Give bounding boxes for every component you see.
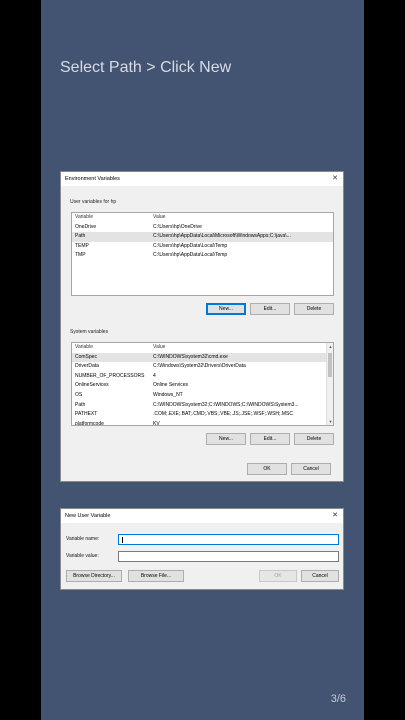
variable-value: C:\Windows\System32\Drivers\DriverData	[153, 363, 246, 370]
variable-value-input[interactable]	[118, 551, 339, 562]
user-variables-label: User variables for hp	[70, 199, 117, 205]
system-new-button[interactable]: New...	[206, 433, 246, 445]
user-new-button[interactable]: New...	[206, 303, 246, 315]
text-caret	[122, 537, 123, 543]
browse-directory-button[interactable]: Browse Directory...	[66, 570, 122, 582]
system-variables-list[interactable]: Variable Value ComSpec C:\WINDOWS\system…	[71, 342, 334, 426]
variable-value: .COM;.EXE;.BAT;.CMD;.VBS;.VBE;.JS;.JSE;.…	[153, 411, 293, 418]
scrollbar-thumb[interactable]	[328, 353, 332, 377]
system-variables-label: System variables	[70, 329, 109, 335]
variable-name: OS	[75, 391, 83, 398]
variable-name-input[interactable]	[118, 534, 339, 545]
list-item[interactable]: OnlineServices Online Services	[72, 381, 333, 391]
slide-counter: 3/6	[330, 693, 346, 705]
user-delete-button[interactable]: Delete	[294, 303, 334, 315]
column-header-value[interactable]: Value	[153, 343, 165, 353]
variable-name: DriverData	[75, 363, 99, 370]
variable-name: Path	[75, 233, 86, 240]
dialog-titlebar: New User Variable ✕	[61, 509, 343, 523]
ok-button[interactable]: OK	[259, 570, 297, 582]
variable-name-label: Variable name:	[66, 536, 100, 542]
list-item[interactable]: TEMP C:\Users\hp\AppData\Local\Temp	[72, 242, 333, 252]
list-item-selected[interactable]: Path C:\Users\hp\AppData\Local\Microsoft…	[72, 232, 333, 242]
dialog-title: Environment Variables	[65, 176, 120, 182]
variable-name: TMP	[75, 252, 86, 259]
variable-name: ComSpec	[75, 353, 97, 360]
scroll-down-icon[interactable]: ▼	[327, 419, 333, 424]
list-item[interactable]: TMP C:\Users\hp\AppData\Local\Temp	[72, 251, 333, 261]
variable-value: C:\Users\hp\AppData\Local\Microsoft\Wind…	[153, 233, 291, 240]
browse-file-button[interactable]: Browse File...	[128, 570, 184, 582]
variable-value: C:\WINDOWS\system32\cmd.exe	[153, 353, 228, 360]
new-user-variable-dialog: New User Variable ✕ Variable name: Varia…	[60, 508, 344, 590]
close-icon[interactable]: ✕	[332, 172, 338, 186]
user-variables-list[interactable]: Variable Value OneDrive C:\Users\hp\OneD…	[71, 212, 334, 296]
environment-variables-dialog: Environment Variables ✕ User variables f…	[60, 171, 344, 482]
cancel-button[interactable]: Cancel	[301, 570, 339, 582]
variable-name: Path	[75, 401, 86, 408]
list-header: Variable Value	[72, 343, 333, 353]
vertical-scrollbar[interactable]: ▲ ▼	[326, 343, 333, 425]
column-header-variable[interactable]: Variable	[75, 213, 93, 223]
list-item[interactable]: platformcode KV	[72, 420, 333, 426]
dialog-titlebar: Environment Variables ✕	[61, 172, 343, 186]
list-item[interactable]: PATHEXT .COM;.EXE;.BAT;.CMD;.VBS;.VBE;.J…	[72, 410, 333, 420]
variable-value: C:\Users\hp\AppData\Local\Temp	[153, 252, 228, 259]
variable-name: PATHEXT	[75, 411, 98, 418]
column-header-variable[interactable]: Variable	[75, 343, 93, 353]
list-item[interactable]: NUMBER_OF_PROCESSORS 4	[72, 372, 333, 382]
variable-name: TEMP	[75, 242, 89, 249]
variable-name: NUMBER_OF_PROCESSORS	[75, 372, 145, 379]
variable-value: Online Services	[153, 382, 189, 389]
variable-value: Windows_NT	[153, 391, 183, 398]
variable-value-label: Variable value:	[66, 553, 99, 559]
dialog-title: New User Variable	[65, 513, 111, 519]
variable-name: platformcode	[75, 420, 104, 426]
system-edit-button[interactable]: Edit...	[250, 433, 290, 445]
system-delete-button[interactable]: Delete	[294, 433, 334, 445]
list-header: Variable Value	[72, 213, 333, 223]
list-item[interactable]: Path C:\WINDOWS\system32;C:\WINDOWS;C:\W…	[72, 401, 333, 411]
variable-value: C:\Users\hp\AppData\Local\Temp	[153, 242, 228, 249]
variable-name: OnlineServices	[75, 382, 109, 389]
ok-button[interactable]: OK	[247, 463, 287, 475]
list-item[interactable]: OneDrive C:\Users\hp\OneDrive	[72, 223, 333, 233]
variable-name: OneDrive	[75, 223, 97, 230]
scroll-up-icon[interactable]: ▲	[327, 344, 333, 349]
column-header-value[interactable]: Value	[153, 213, 165, 223]
list-item[interactable]: DriverData C:\Windows\System32\Drivers\D…	[72, 362, 333, 372]
list-item[interactable]: OS Windows_NT	[72, 391, 333, 401]
slide-title: Select Path > Click New	[60, 59, 232, 76]
list-item[interactable]: ComSpec C:\WINDOWS\system32\cmd.exe	[72, 352, 333, 363]
variable-value: 4	[153, 372, 156, 379]
variable-value: C:\Users\hp\OneDrive	[153, 223, 202, 230]
user-edit-button[interactable]: Edit...	[250, 303, 290, 315]
variable-value: KV	[153, 420, 160, 426]
variable-value: C:\WINDOWS\system32;C:\WINDOWS;C:\WINDOW…	[153, 401, 299, 408]
cancel-button[interactable]: Cancel	[291, 463, 331, 475]
close-icon[interactable]: ✕	[332, 509, 338, 523]
